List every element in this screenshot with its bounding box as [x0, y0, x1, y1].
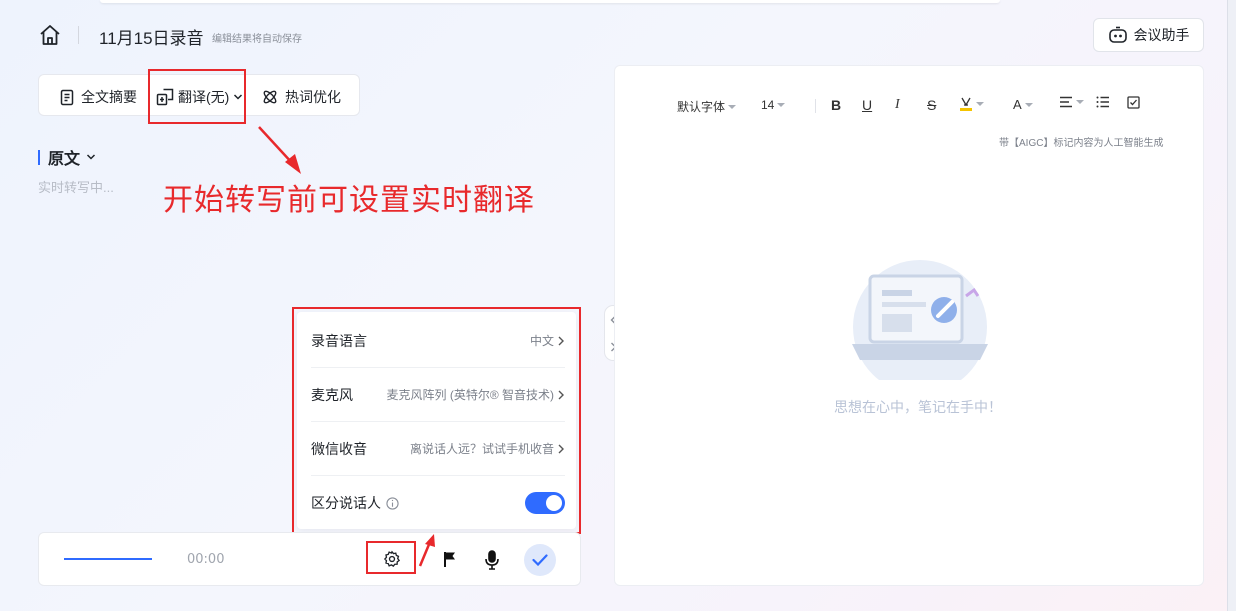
page-title: 11月15日录音: [99, 29, 204, 48]
recording-timer: 00:00: [187, 552, 225, 567]
check-icon: [532, 554, 548, 566]
atom-icon: [263, 90, 277, 104]
home-icon[interactable]: [38, 23, 62, 47]
summary-label: 全文摘要: [81, 89, 137, 105]
caret-down-icon: [777, 103, 786, 107]
document-icon: [60, 89, 74, 105]
caret-down-icon: [976, 102, 984, 106]
robot-icon: [1108, 26, 1127, 43]
hotword-optimize-button[interactable]: 热词优化: [261, 87, 341, 107]
italic-button[interactable]: I: [895, 97, 900, 113]
meeting-assistant-button[interactable]: 会议助手: [1093, 18, 1204, 52]
underline-button[interactable]: U: [862, 97, 872, 113]
flag-icon[interactable]: [443, 551, 457, 568]
strikethrough-button[interactable]: S: [927, 97, 936, 113]
section-accent-bar: [38, 149, 40, 165]
font-color-select[interactable]: A: [1013, 97, 1033, 112]
meeting-assistant-label: 会议助手: [1133, 27, 1190, 43]
chevron-down-icon: [86, 154, 96, 160]
highlighter-icon: [960, 97, 972, 111]
header-divider: [78, 26, 79, 44]
annotation-box-settings: [292, 307, 581, 534]
caret-down-icon: [1076, 100, 1084, 104]
annotation-arrow-icon: [418, 534, 435, 567]
checkbox-icon: [1127, 96, 1140, 109]
bold-button[interactable]: B: [831, 97, 841, 113]
font-color-glyph: A: [1013, 97, 1022, 112]
annotation-arrow-icon: [258, 126, 301, 174]
notes-editor: 默认字体 14 B U I S A 带【AIGC】标记内容为人工智能生成 思想在…: [614, 65, 1204, 586]
transcribing-placeholder: 实时转写中...: [38, 180, 114, 195]
finish-recording-button[interactable]: [524, 544, 556, 576]
annotation-box-gear: [366, 541, 416, 574]
empty-notes-illustration: [852, 260, 988, 380]
autosave-note: 编辑结果将自动保存: [212, 34, 302, 45]
original-text-selector[interactable]: 原文: [38, 145, 96, 169]
caret-down-icon: [1024, 102, 1033, 107]
highlight-select[interactable]: [959, 96, 984, 112]
annotation-text: 开始转写前可设置实时翻译: [163, 184, 535, 217]
checklist-button[interactable]: [1127, 96, 1140, 109]
font-size-select[interactable]: 14: [761, 98, 786, 112]
summary-button[interactable]: 全文摘要: [59, 87, 137, 107]
app-window: 11月15日录音 编辑结果将自动保存 会议助手 全文摘要 翻译(无) 热词优化 …: [0, 0, 1228, 611]
microphone-icon[interactable]: [484, 550, 500, 570]
waveform-line: [64, 558, 152, 560]
bullet-list-button[interactable]: [1096, 96, 1110, 108]
top-edge-bar: [100, 0, 1000, 3]
original-label: 原文: [48, 151, 81, 168]
toolbar-divider: [815, 99, 816, 113]
align-select[interactable]: [1059, 96, 1084, 108]
align-left-icon: [1060, 96, 1072, 108]
caret-down-icon: [728, 104, 737, 109]
list-icon: [1096, 96, 1109, 108]
font-family-select[interactable]: 默认字体: [677, 98, 737, 115]
aigc-note: 带【AIGC】标记内容为人工智能生成: [999, 138, 1164, 149]
font-family-value: 默认字体: [677, 100, 726, 114]
empty-notes-text: 思想在心中，笔记在手中！: [834, 399, 1002, 415]
recorder-bar: 00:00: [38, 532, 581, 586]
hotword-label: 热词优化: [285, 89, 341, 105]
annotation-box-translate: [148, 69, 246, 124]
font-size-value: 14: [761, 98, 775, 112]
